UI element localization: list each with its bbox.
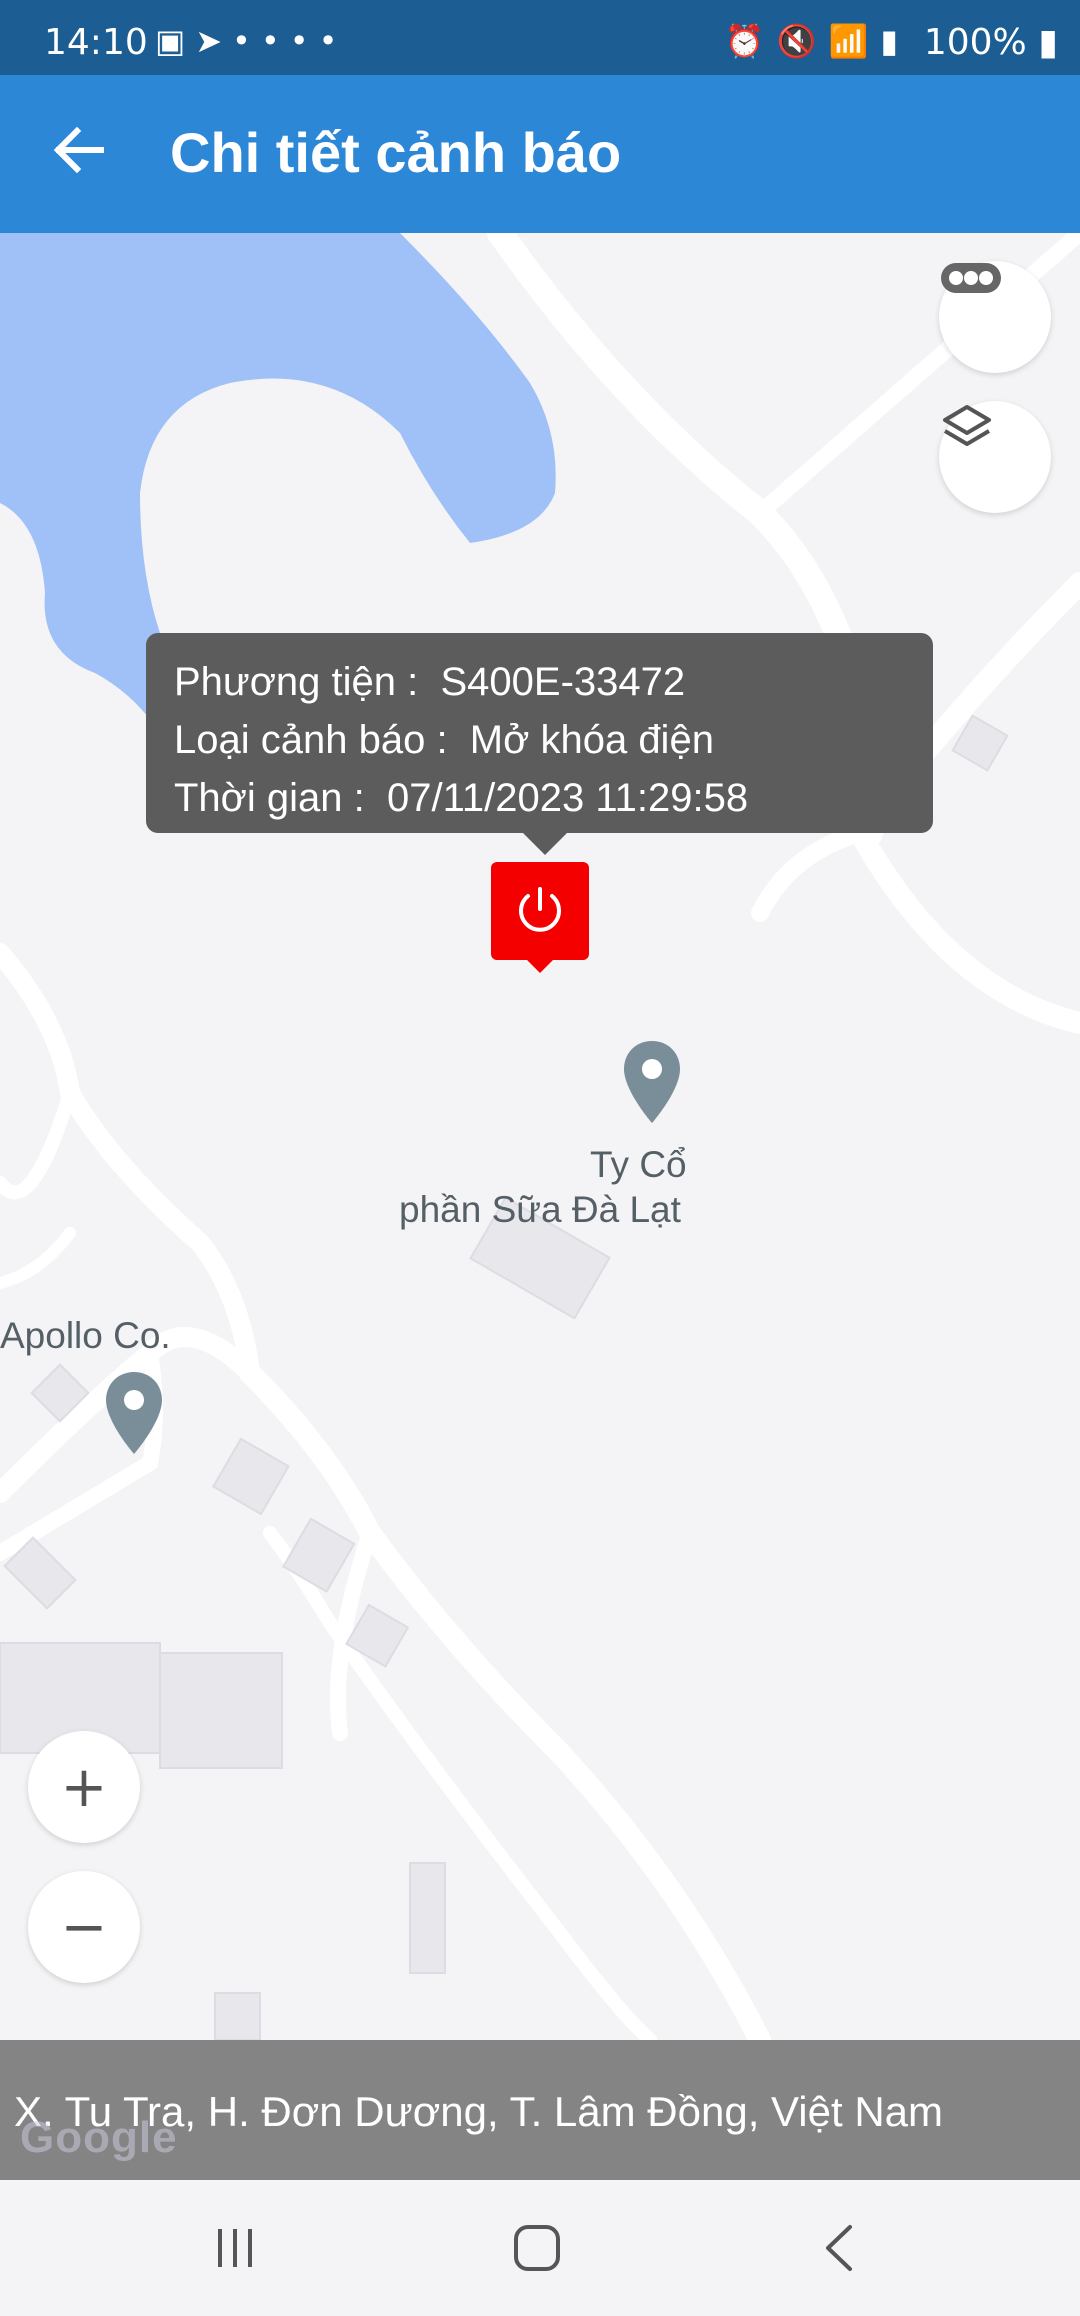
road [239, 1362, 771, 2040]
zoom-in-button[interactable]: + [28, 1731, 140, 1843]
map-view[interactable]: Ty Cổ phần Sữa Đà Lạt Apollo Co. + − [0, 233, 1080, 2040]
location-pin-icon [106, 1372, 162, 1454]
status-time: 14:10 [44, 22, 148, 63]
mute-icon: 🔇 [776, 22, 829, 60]
zoom-out-button[interactable]: − [28, 1871, 140, 1983]
popup-row-vehicle: Phương tiện : S400E-33472 [174, 653, 905, 711]
place-label: phần Sữa Đà Lạt [399, 1189, 681, 1230]
layers-button[interactable] [939, 401, 1051, 513]
battery-percent: 100% [923, 22, 1027, 63]
status-right-icons: ⏰🔇📶▮ [725, 22, 910, 60]
place-label: Ty Cổ [590, 1144, 687, 1185]
alert-info-popup: Phương tiện : S400E-33472 Loại cảnh báo … [146, 633, 933, 833]
building [281, 1517, 356, 1593]
popup-value: Mở khóa điện [469, 718, 714, 762]
back-nav-button[interactable] [795, 2213, 885, 2283]
layers-icon [943, 405, 991, 446]
plus-icon: + [60, 1754, 108, 1820]
battery-icon: ▮ [1038, 22, 1058, 63]
popup-row-alert-type: Loại cảnh báo : Mở khóa điện [174, 711, 905, 769]
power-icon [519, 887, 561, 932]
alarm-icon: ⏰ [724, 22, 777, 60]
popup-value: 07/11/2023 11:29:58 [387, 776, 749, 820]
popup-label: Phương tiện : [174, 660, 419, 704]
back-button[interactable] [45, 115, 115, 185]
road [0, 1227, 76, 1289]
dot-icon: • [318, 22, 348, 60]
road [0, 1086, 77, 1200]
popup-arrow [523, 833, 567, 855]
building [214, 1992, 261, 2040]
home-icon [514, 2225, 560, 2271]
back-icon [826, 2225, 852, 2271]
building [159, 1652, 283, 1769]
google-logo: Google [20, 2113, 178, 2162]
popup-row-time: Thời gian : 07/11/2023 11:29:58 [174, 769, 905, 827]
popup-value: S400E-33472 [440, 660, 686, 704]
image-icon: ▣ [155, 22, 196, 60]
building [409, 1862, 446, 1974]
road [751, 824, 869, 922]
recent-apps-button[interactable] [190, 2213, 280, 2283]
alert-marker[interactable] [491, 862, 589, 960]
place-label: Apollo Co. [0, 1315, 171, 1356]
more-dots-icon: ••• [232, 22, 319, 60]
system-nav-bar [0, 2180, 1080, 2316]
minus-icon: − [60, 1894, 108, 1960]
wifi-icon: 📶 [828, 22, 881, 60]
page-title: Chi tiết cảnh báo [170, 121, 622, 184]
battery-status: 100% ▮ [924, 22, 1058, 63]
alert-marker-tip [525, 958, 555, 973]
popup-label: Thời gian : [174, 776, 365, 820]
telegram-icon: ➤ [195, 22, 233, 60]
status-left-icons: ▣➤•••• [155, 22, 348, 60]
map-background [0, 233, 1080, 2040]
home-button[interactable] [492, 2213, 582, 2283]
building [211, 1437, 290, 1516]
recent-apps-icon [218, 2229, 252, 2267]
app-bar: Chi tiết cảnh báo [0, 75, 1080, 233]
more-options-button[interactable] [939, 261, 1051, 373]
arrow-left-icon [53, 126, 104, 174]
status-bar: 14:10 ▣➤•••• ⏰🔇📶▮ 100% ▮ [0, 0, 1080, 75]
more-horizontal-icon [941, 263, 1001, 293]
signal-icon: ▮ [880, 22, 910, 60]
location-pin-icon [624, 1041, 680, 1123]
popup-label: Loại cảnh báo : [174, 718, 448, 762]
